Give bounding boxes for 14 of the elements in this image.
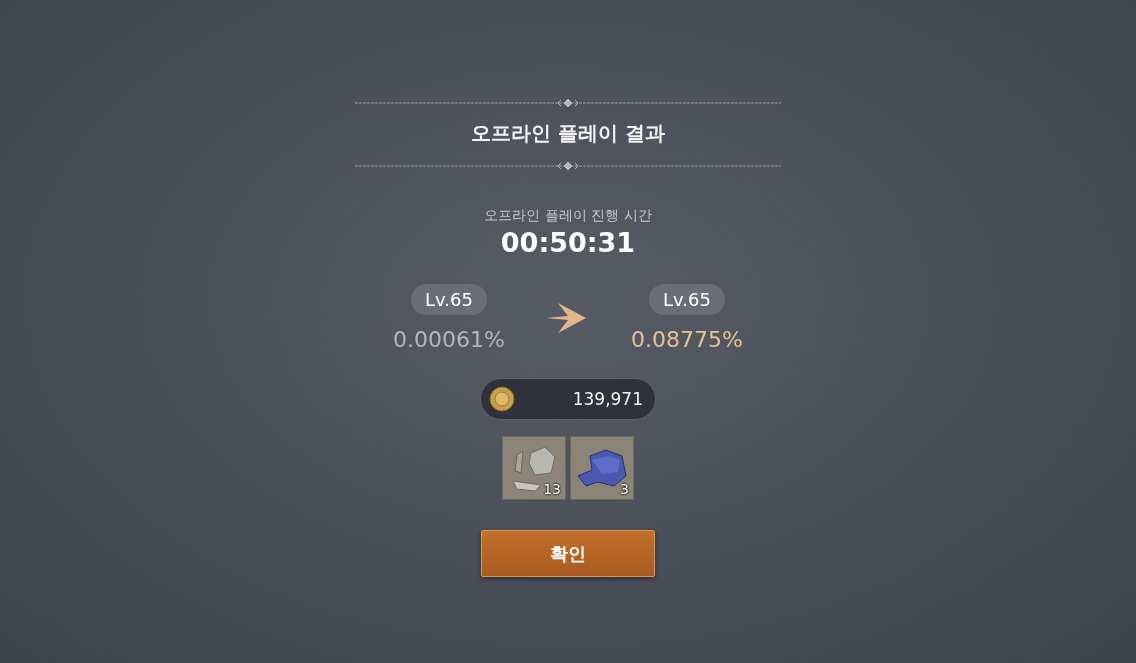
exp-percent: 0.00061% [393, 327, 505, 352]
duration-value: 00:50:31 [500, 227, 636, 258]
duration-label: 오프라인 플레이 진행 시간 [484, 207, 652, 225]
currency-amount: 139,971 [572, 389, 643, 409]
exp-percent: 0.08775% [631, 327, 743, 352]
dialog-title: 오프라인 플레이 결과 [471, 120, 665, 147]
item-slot[interactable]: 13 [502, 436, 566, 500]
level-badge: Lv.65 [411, 284, 487, 315]
item-slot[interactable]: 3 [570, 436, 634, 500]
coin-icon [489, 386, 515, 412]
confirm-button[interactable]: 확인 [481, 530, 655, 577]
level-badge: Lv.65 [649, 284, 725, 315]
item-count: 3 [620, 481, 629, 497]
item-count: 13 [543, 481, 561, 497]
